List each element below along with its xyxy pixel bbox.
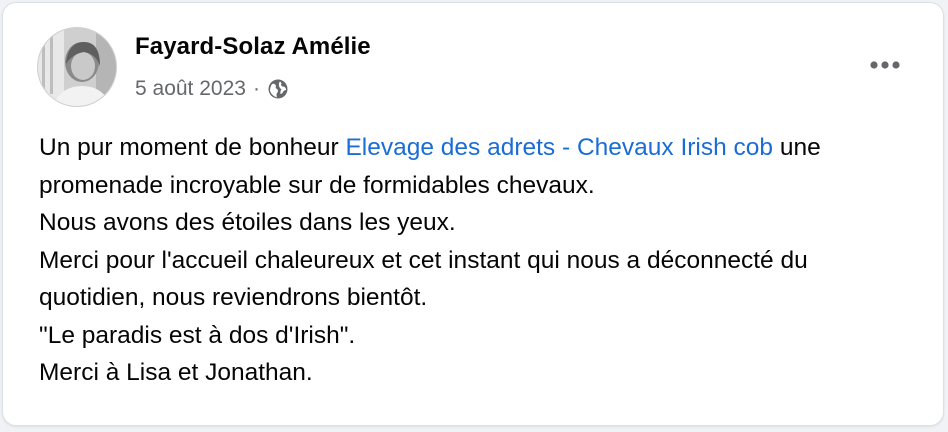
post-paragraph-4: "Le paradis est à dos d'Irish".	[39, 321, 356, 349]
post-paragraph-3: Merci pour l'accueil chaleureux et cet i…	[39, 246, 808, 312]
post-paragraph-1: Un pur moment de bonheur Elevage des adr…	[39, 129, 919, 204]
globe-icon[interactable]	[267, 78, 289, 100]
post-meta: 5 août 2023 ·	[135, 77, 289, 101]
post-date[interactable]: 5 août 2023	[135, 77, 246, 101]
more-options-icon	[870, 61, 900, 69]
post-text-intro: Un pur moment de bonheur	[39, 134, 346, 161]
post-body: Un pur moment de bonheur Elevage des adr…	[39, 129, 919, 392]
post-card: Fayard-Solaz Amélie 5 août 2023 · Un pur…	[2, 2, 944, 426]
meta-separator: ·	[252, 77, 260, 100]
avatar[interactable]	[37, 27, 117, 107]
author-name[interactable]: Fayard-Solaz Amélie	[135, 33, 371, 61]
post-paragraph-2: Nous avons des étoiles dans les yeux.	[39, 209, 456, 236]
post-paragraph-5: Merci à Lisa et Jonathan.	[39, 359, 313, 386]
more-options-button[interactable]	[865, 51, 905, 79]
avatar-photo	[38, 28, 116, 106]
tagged-page-link[interactable]: Elevage des adrets - Chevaux Irish cob	[345, 134, 773, 161]
